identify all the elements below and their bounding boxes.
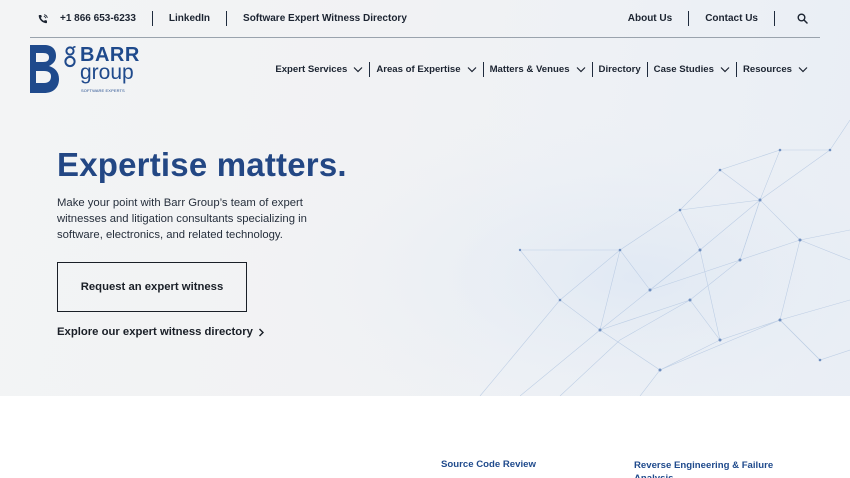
phone-link[interactable]: +1 866 653-6233 [38,13,136,24]
phone-icon [38,13,48,23]
request-expert-witness-button[interactable]: Request an expert witness [57,262,247,312]
contact-us-link[interactable]: Contact Us [705,13,758,24]
nav-directory[interactable]: Directory [599,64,641,75]
nav-label: Directory [598,63,641,75]
divider [735,61,737,77]
barr-group-logo[interactable]: BARR group SOFTWARE EXPERTS [30,45,140,95]
hero-title: Expertise matters. [57,146,347,183]
logo-g-glyph-icon [64,46,76,68]
logo-tagline: SOFTWARE EXPERTS [81,88,125,93]
divider [369,61,371,77]
divider [151,11,153,26]
directory-link[interactable]: Software Expert Witness Directory [243,13,407,24]
service-source-code-review-link[interactable]: Source Code Review [441,459,536,470]
chevron-down-icon [720,66,730,72]
chevron-right-icon [258,328,264,336]
nav-label: Case Studies [653,63,714,75]
utility-bar-right: About Us Contact Us [628,11,820,26]
divider [688,11,690,26]
nav-label: Expert Services [275,63,348,75]
search-button[interactable] [797,13,808,24]
about-us-link[interactable]: About Us [628,13,672,24]
explore-directory-label: Explore our expert witness directory [57,326,253,338]
phone-number: +1 866 653-6233 [60,13,136,24]
divider [482,61,484,77]
search-icon [797,13,808,24]
chevron-down-icon [798,66,808,72]
chevron-down-icon [576,66,585,72]
nav-expert-services[interactable]: Expert Services [275,64,363,75]
nav-case-studies[interactable]: Case Studies [654,64,730,75]
logo-text-group: group [80,61,134,84]
nav-matters-venues[interactable]: Matters & Venues [490,64,586,75]
logo-mark-icon [30,45,59,93]
service-reverse-engineering-link[interactable]: Reverse Engineering & Failure Analysis [634,459,809,478]
divider [774,11,775,26]
hero-description: Make your point with Barr Group’s team o… [57,197,307,241]
nav-label: Resources [742,63,792,75]
linkedin-link[interactable]: LinkedIn [169,13,210,24]
divider [226,11,228,26]
nav-areas-of-expertise[interactable]: Areas of Expertise [376,64,476,75]
utility-bar: +1 866 653-6233 LinkedIn Software Expert… [30,0,820,38]
chevron-down-icon [467,66,476,72]
main-nav: Expert Services Areas of Expertise Matte… [275,59,808,79]
nav-resources[interactable]: Resources [743,64,808,75]
chevron-down-icon [353,66,363,72]
explore-directory-link[interactable]: Explore our expert witness directory [57,326,265,338]
divider [646,61,648,77]
divider [591,61,593,77]
nav-label: Matters & Venues [489,63,570,75]
utility-bar-left: +1 866 653-6233 LinkedIn Software Expert… [30,11,407,26]
nav-label: Areas of Expertise [376,63,461,75]
